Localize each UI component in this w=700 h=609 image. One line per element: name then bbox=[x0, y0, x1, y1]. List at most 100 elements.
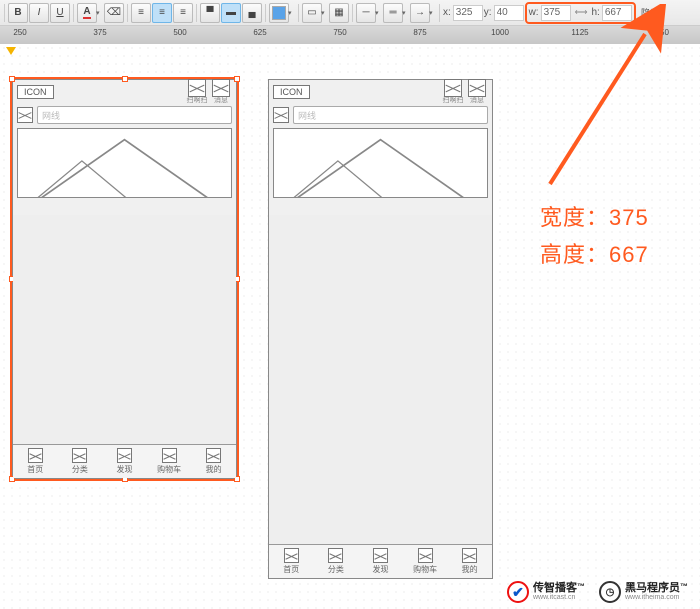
tab-discover: 发现 bbox=[358, 545, 403, 578]
search-row: 网线 bbox=[13, 104, 236, 126]
valign-top-button[interactable]: ▀ bbox=[200, 3, 220, 23]
message-icon bbox=[468, 79, 486, 97]
bold-button[interactable]: B bbox=[8, 3, 28, 23]
content-area bbox=[269, 215, 492, 544]
message-icon bbox=[212, 79, 230, 97]
tab-discover: 发现 bbox=[102, 445, 147, 478]
clear-format-button[interactable]: ⌫ bbox=[104, 3, 124, 23]
italic-button[interactable]: I bbox=[29, 3, 49, 23]
scan-icon bbox=[188, 79, 206, 97]
czbk-mark-icon: ✔ bbox=[507, 581, 529, 603]
dimension-highlight: w: ⟷ h: bbox=[525, 2, 636, 24]
tab-home: 首页 bbox=[13, 445, 58, 478]
content-area bbox=[13, 215, 236, 444]
y-label: y: bbox=[484, 7, 492, 18]
search-row: 网线 bbox=[269, 104, 492, 126]
valign-middle-button[interactable]: ▬ bbox=[221, 3, 241, 23]
tab-cart: 购物车 bbox=[147, 445, 192, 478]
scan-icon bbox=[444, 79, 462, 97]
resize-handle[interactable] bbox=[234, 76, 240, 82]
tab-icon bbox=[162, 448, 177, 463]
tab-icon bbox=[72, 448, 87, 463]
tab-home: 首页 bbox=[269, 545, 314, 578]
ruler-tick: 500 bbox=[173, 28, 186, 37]
align-center-button[interactable]: ≡ bbox=[152, 3, 172, 23]
width-annotation: 宽度：375 bbox=[540, 199, 649, 236]
tab-icon bbox=[28, 448, 43, 463]
dimension-annotation: 宽度：375 高度：667 bbox=[540, 199, 649, 274]
heima-mark-icon: ◷ bbox=[599, 581, 621, 603]
tab-icon bbox=[328, 548, 343, 563]
scan-label: 扫啊扫 bbox=[442, 97, 464, 105]
tab-bar: 首页 分类 发现 购物车 我的 bbox=[13, 444, 236, 478]
h-label: h: bbox=[591, 7, 599, 18]
logo-czbk: ✔ 传智播客™www.itcast.cn bbox=[507, 581, 585, 603]
valign-bottom-button[interactable]: ▄ bbox=[242, 3, 262, 23]
ruler-tick: 750 bbox=[333, 28, 346, 37]
y-coord: y: bbox=[484, 5, 524, 21]
arrow-style-button[interactable]: → bbox=[410, 3, 430, 23]
shadow-button[interactable]: ▦ bbox=[329, 3, 349, 23]
phone-header: ICON 扫啊扫 消息 bbox=[269, 80, 492, 104]
search-input: 网线 bbox=[293, 106, 488, 124]
tab-icon bbox=[284, 548, 299, 563]
ruler-tick: 1250 bbox=[651, 28, 669, 37]
search-prefix-icon bbox=[17, 107, 33, 123]
tab-mine: 我的 bbox=[447, 545, 492, 578]
align-right-button[interactable]: ≡ bbox=[173, 3, 193, 23]
phone-header: ICON 扫啊扫 消息 bbox=[13, 80, 236, 104]
logo-heima: ◷ 黑马程序员™www.itheima.com bbox=[599, 581, 688, 603]
message-label: 消息 bbox=[466, 97, 488, 105]
tab-icon bbox=[117, 448, 132, 463]
tab-icon bbox=[373, 548, 388, 563]
x-input[interactable] bbox=[453, 5, 483, 21]
guide-marker-icon bbox=[6, 47, 16, 55]
tab-bar: 首页 分类 发现 购物车 我的 bbox=[269, 544, 492, 578]
link-dims-icon[interactable]: ⟷ bbox=[575, 7, 588, 18]
tab-mine: 我的 bbox=[191, 445, 236, 478]
resize-handle[interactable] bbox=[122, 76, 128, 82]
height-annotation: 高度：667 bbox=[540, 236, 649, 273]
align-left-button[interactable]: ≡ bbox=[131, 3, 151, 23]
app-icon-placeholder: ICON bbox=[17, 85, 54, 99]
line-weight-button[interactable]: ═ bbox=[383, 3, 403, 23]
ruler-tick: 875 bbox=[413, 28, 426, 37]
text-color-button[interactable]: A bbox=[77, 3, 97, 23]
ruler-tick: 375 bbox=[93, 28, 106, 37]
wireframe-phone-copy[interactable]: ICON 扫啊扫 消息 网线 首页 分类 发现 购物车 我的 bbox=[268, 79, 493, 579]
toolbar-trailing[interactable]: 隐藏 bbox=[641, 5, 661, 20]
ruler-tick: 625 bbox=[253, 28, 266, 37]
ruler-tick: 1125 bbox=[571, 28, 588, 37]
message-label: 消息 bbox=[210, 97, 232, 105]
watermark-logos: ✔ 传智播客™www.itcast.cn ◷ 黑马程序员™www.itheima… bbox=[507, 581, 688, 603]
w-input[interactable] bbox=[541, 5, 571, 21]
format-toolbar: B I U A▾ ⌫ ≡ ≡ ≡ ▀ ▬ ▄ ▾ ▭▾ ▦ ─▾ ═▾ →▾ x… bbox=[0, 0, 700, 26]
h-input[interactable] bbox=[602, 5, 632, 21]
resize-handle[interactable] bbox=[9, 76, 15, 82]
fill-color-button[interactable] bbox=[269, 3, 289, 23]
w-label: w: bbox=[529, 7, 539, 18]
y-input[interactable] bbox=[494, 5, 524, 21]
tab-category: 分类 bbox=[314, 545, 359, 578]
app-icon-placeholder: ICON bbox=[273, 85, 310, 99]
horizontal-ruler: 250 375 500 625 750 875 1000 1125 1250 bbox=[0, 26, 700, 44]
design-canvas[interactable]: ICON 扫啊扫 消息 网线 首页 分类 发现 购物车 我的 ICON 扫啊扫 bbox=[0, 44, 700, 609]
tab-icon bbox=[462, 548, 477, 563]
wireframe-phone-selected[interactable]: ICON 扫啊扫 消息 网线 首页 分类 发现 购物车 我的 bbox=[12, 79, 237, 479]
line-style-button[interactable]: ─ bbox=[356, 3, 376, 23]
scan-label: 扫啊扫 bbox=[186, 97, 208, 105]
border-style-button[interactable]: ▭ bbox=[302, 3, 322, 23]
ruler-tick: 1000 bbox=[491, 28, 509, 37]
hero-banner-placeholder bbox=[17, 128, 232, 198]
x-coord: x: bbox=[443, 5, 483, 21]
search-prefix-icon bbox=[273, 107, 289, 123]
tab-icon bbox=[206, 448, 221, 463]
tab-category: 分类 bbox=[58, 445, 103, 478]
tab-icon bbox=[418, 548, 433, 563]
x-label: x: bbox=[443, 7, 451, 18]
ruler-tick: 250 bbox=[13, 28, 26, 37]
search-input: 网线 bbox=[37, 106, 232, 124]
tab-cart: 购物车 bbox=[403, 545, 448, 578]
underline-button[interactable]: U bbox=[50, 3, 70, 23]
hero-banner-placeholder bbox=[273, 128, 488, 198]
